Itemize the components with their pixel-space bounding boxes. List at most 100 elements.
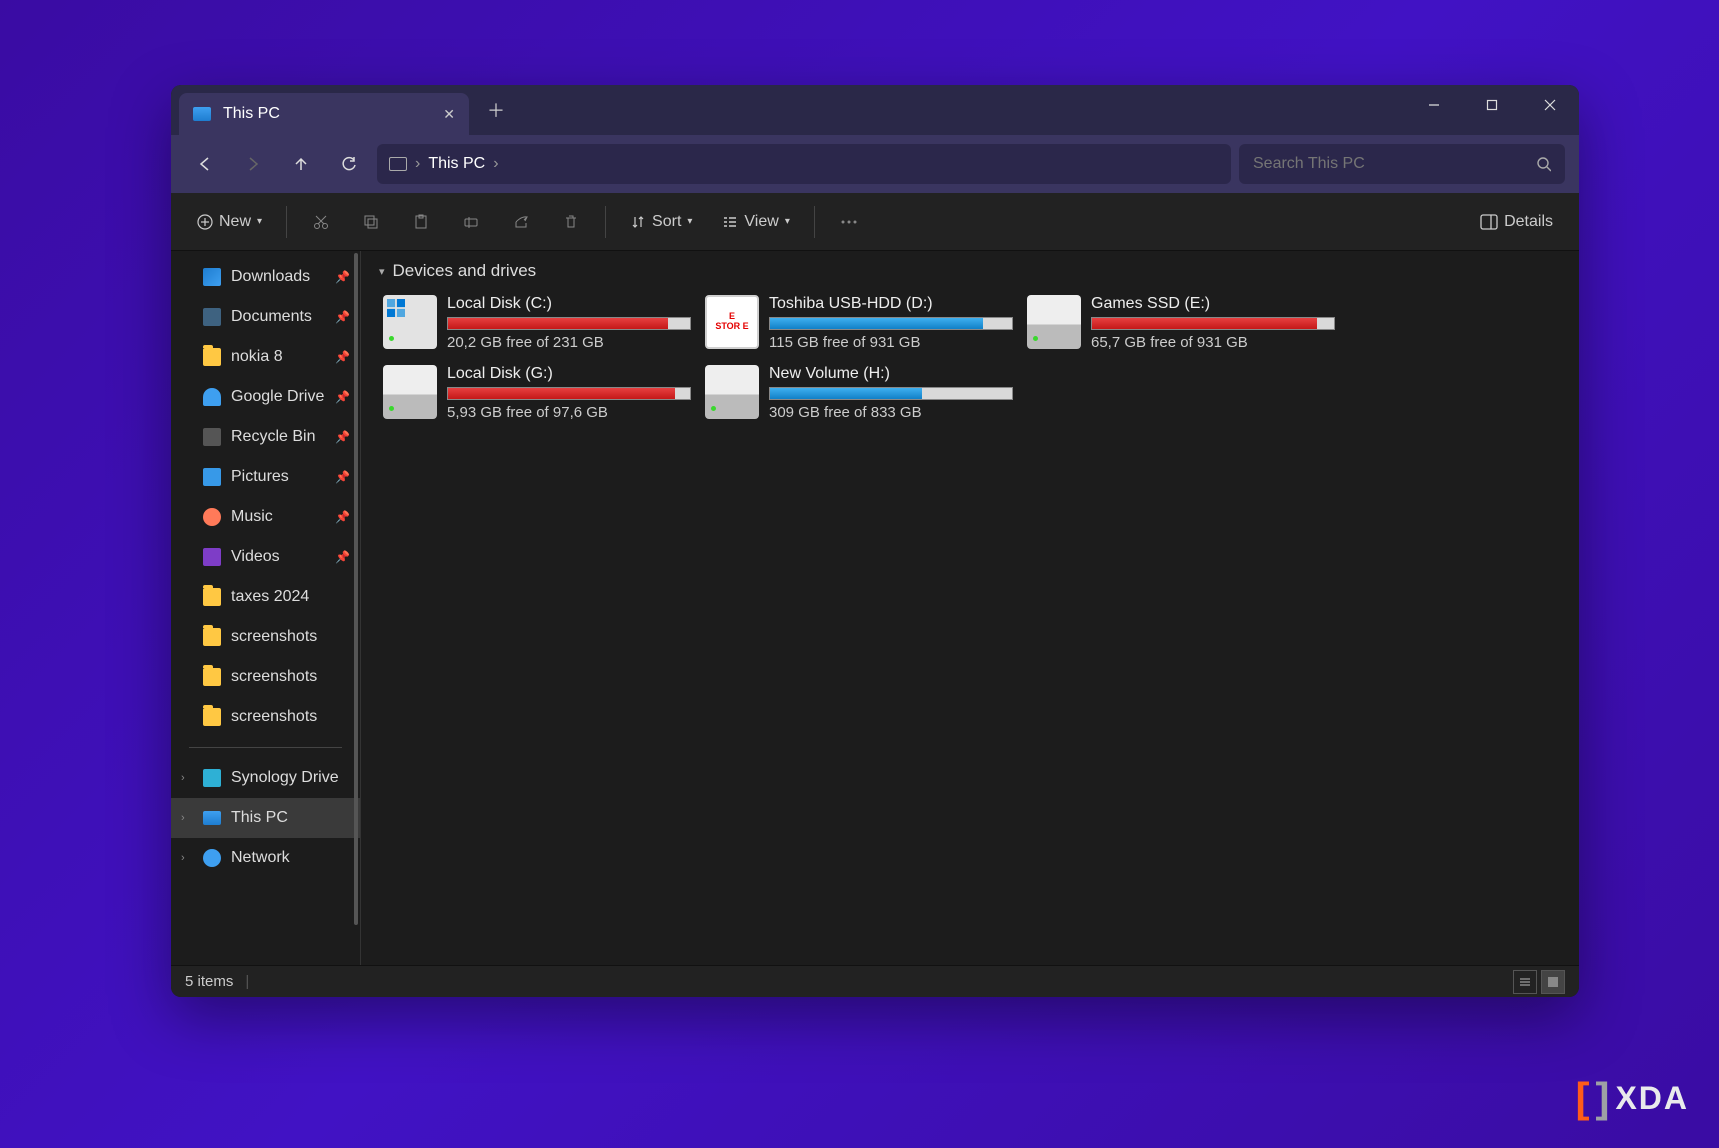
chevron-right-icon[interactable]: ›	[181, 852, 185, 864]
navigation-pane: Downloads 📌 Documents 📌 nokia 8 📌 Google…	[171, 251, 361, 965]
copy-button[interactable]	[349, 202, 393, 242]
details-button[interactable]: Details	[1468, 202, 1565, 242]
drive-name: New Volume (H:)	[769, 365, 1013, 383]
drive-usage-bar	[769, 317, 1013, 330]
sidebar-item-synology-drive[interactable]: › Synology Drive	[171, 758, 360, 798]
tab-title: This PC	[223, 105, 280, 123]
view-button[interactable]: View ▾	[710, 202, 801, 242]
drive-name: Local Disk (G:)	[447, 365, 691, 383]
forward-button[interactable]	[233, 144, 273, 184]
drive-free-text: 65,7 GB free of 931 GB	[1091, 334, 1335, 351]
share-button[interactable]	[499, 202, 543, 242]
rename-button[interactable]	[449, 202, 493, 242]
cut-button[interactable]	[299, 202, 343, 242]
sidebar-item-label: Downloads	[231, 268, 310, 286]
close-button[interactable]	[1521, 85, 1579, 125]
breadcrumb-this-pc[interactable]: This PC	[428, 155, 485, 173]
status-item-count: 5 items	[185, 973, 233, 990]
sidebar-item-videos[interactable]: Videos 📌	[171, 537, 360, 577]
search-icon[interactable]	[1536, 156, 1551, 172]
bracket-icon: [	[1575, 1074, 1589, 1122]
main-area: Downloads 📌 Documents 📌 nokia 8 📌 Google…	[171, 251, 1579, 965]
folder-icon	[203, 628, 221, 646]
sidebar-item-screenshots[interactable]: screenshots	[171, 657, 360, 697]
sidebar-item-label: Documents	[231, 308, 312, 326]
chevron-right-icon[interactable]: ›	[181, 772, 185, 784]
sidebar-item-nokia-8[interactable]: nokia 8 📌	[171, 337, 360, 377]
drive-icon	[383, 365, 437, 419]
pin-icon: 📌	[335, 270, 350, 284]
titlebar: This PC ✕ ＋	[171, 85, 1579, 135]
drive-name: Games SSD (E:)	[1091, 295, 1335, 313]
content-area[interactable]: ▾ Devices and drives Local Disk (C:) 20,…	[361, 251, 1579, 965]
sidebar-item-recycle-bin[interactable]: Recycle Bin 📌	[171, 417, 360, 457]
search-box[interactable]	[1239, 144, 1565, 184]
tab-content: This PC	[193, 105, 280, 123]
drive-item[interactable]: ESTOR E Toshiba USB-HDD (D:) 115 GB free…	[701, 291, 1017, 355]
sidebar-item-label: Network	[231, 849, 290, 867]
music-icon	[203, 508, 221, 526]
new-label: New	[219, 213, 251, 231]
sidebar-item-pictures[interactable]: Pictures 📌	[171, 457, 360, 497]
address-bar[interactable]: › This PC ›	[377, 144, 1231, 184]
watermark: [ ] XDA	[1575, 1074, 1689, 1122]
plus-circle-icon	[197, 214, 213, 230]
navigation-bar: › This PC ›	[171, 135, 1579, 193]
pin-icon: 📌	[335, 310, 350, 324]
drive-icon	[383, 295, 437, 349]
drive-item[interactable]: New Volume (H:) 309 GB free of 833 GB	[701, 361, 1017, 425]
chevron-right-icon[interactable]: ›	[493, 155, 498, 173]
drive-item[interactable]: Local Disk (C:) 20,2 GB free of 231 GB	[379, 291, 695, 355]
sidebar-item-screenshots[interactable]: screenshots	[171, 617, 360, 657]
view-label: View	[744, 213, 778, 231]
pin-icon: 📌	[335, 510, 350, 524]
search-input[interactable]	[1253, 155, 1536, 173]
sidebar-item-documents[interactable]: Documents 📌	[171, 297, 360, 337]
sidebar-item-downloads[interactable]: Downloads 📌	[171, 257, 360, 297]
more-button[interactable]	[827, 202, 871, 242]
scrollbar[interactable]	[354, 253, 358, 925]
drive-fill	[448, 318, 668, 329]
minimize-icon	[1428, 99, 1440, 111]
drive-fill	[448, 388, 675, 399]
doc-icon	[203, 308, 221, 326]
group-header-devices[interactable]: ▾ Devices and drives	[379, 261, 1561, 281]
sidebar-item-label: Music	[231, 508, 273, 526]
sidebar-item-label: Recycle Bin	[231, 428, 315, 446]
minimize-button[interactable]	[1405, 85, 1463, 125]
drive-item[interactable]: Local Disk (G:) 5,93 GB free of 97,6 GB	[379, 361, 695, 425]
sidebar-item-taxes-2024[interactable]: taxes 2024	[171, 577, 360, 617]
sidebar-item-google-drive[interactable]: Google Drive 📌	[171, 377, 360, 417]
close-tab-icon[interactable]: ✕	[443, 106, 455, 123]
drive-item[interactable]: Games SSD (E:) 65,7 GB free of 931 GB	[1023, 291, 1339, 355]
sidebar-item-screenshots[interactable]: screenshots	[171, 697, 360, 737]
back-button[interactable]	[185, 144, 225, 184]
chevron-down-icon: ▾	[687, 216, 692, 227]
tiles-view-button[interactable]	[1541, 970, 1565, 994]
details-view-button[interactable]	[1513, 970, 1537, 994]
sidebar-item-label: nokia 8	[231, 348, 283, 366]
sort-button[interactable]: Sort ▾	[618, 202, 704, 242]
maximize-button[interactable]	[1463, 85, 1521, 125]
copy-icon	[363, 214, 379, 230]
drive-usage-bar	[1091, 317, 1335, 330]
drive-icon	[203, 769, 221, 787]
sidebar-item-label: Pictures	[231, 468, 289, 486]
details-label: Details	[1504, 213, 1553, 231]
refresh-button[interactable]	[329, 144, 369, 184]
sidebar-item-network[interactable]: › Network	[171, 838, 360, 878]
paste-button[interactable]	[399, 202, 443, 242]
new-button[interactable]: New ▾	[185, 202, 274, 242]
sidebar-item-music[interactable]: Music 📌	[171, 497, 360, 537]
delete-button[interactable]	[549, 202, 593, 242]
bracket-icon: ]	[1595, 1074, 1609, 1122]
new-tab-button[interactable]: ＋	[487, 97, 505, 123]
drive-name: Local Disk (C:)	[447, 295, 691, 313]
pin-icon: 📌	[335, 350, 350, 364]
chevron-right-icon[interactable]: ›	[415, 155, 420, 173]
up-button[interactable]	[281, 144, 321, 184]
tab-this-pc[interactable]: This PC ✕	[179, 93, 469, 135]
chevron-right-icon[interactable]: ›	[181, 812, 185, 824]
sidebar-item-this-pc[interactable]: › This PC	[171, 798, 360, 838]
folder-icon	[203, 588, 221, 606]
